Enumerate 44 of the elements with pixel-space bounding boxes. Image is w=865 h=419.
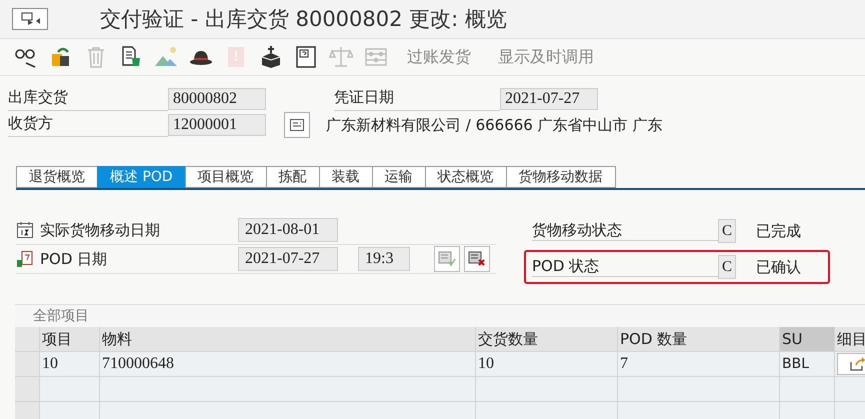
column-header[interactable]: 项目 (40, 327, 100, 351)
screen-menu-icon[interactable] (12, 8, 48, 30)
item-details-button[interactable] (837, 353, 865, 375)
time-field[interactable]: 19:3 (358, 247, 410, 271)
table-cell: 10 (40, 352, 100, 376)
status-text: 已确认 (756, 258, 801, 276)
column-header[interactable]: 细目 (835, 327, 865, 351)
column-header[interactable]: 交货数量 (476, 327, 618, 351)
table-cell: 710000648 (100, 352, 476, 376)
table-title: 全部项目 (15, 305, 865, 327)
document-date-field[interactable]: 2021-07-27 (500, 88, 598, 110)
column-header[interactable]: 物料 (100, 327, 476, 351)
delete-button[interactable] (464, 246, 490, 272)
document-check-icon (438, 251, 456, 267)
tab[interactable]: 运输 (372, 166, 425, 188)
table-cell: BBL (780, 352, 835, 376)
address-details-button[interactable] (284, 112, 310, 138)
export-arrow-icon (850, 357, 865, 371)
date-field[interactable]: 2021-07-27 (238, 247, 338, 271)
tab[interactable]: 概述 POD (97, 166, 185, 188)
tab[interactable]: 状态概览 (424, 166, 506, 188)
tab[interactable]: 项目概览 (184, 166, 266, 188)
table-cell: 10 (476, 352, 618, 376)
tab[interactable]: 退货概览 (16, 166, 97, 188)
card-icon (290, 119, 304, 131)
document-delete-icon (468, 251, 486, 267)
ship-to-field[interactable]: 12000001 (168, 114, 266, 136)
status-code-field: C (718, 255, 736, 279)
package-icon[interactable] (259, 45, 283, 69)
tab[interactable]: 装载 (318, 166, 372, 188)
status-text: 已完成 (756, 222, 801, 240)
window-title: 交付验证 - 出库交货 80000802 更改: 概览 (100, 6, 507, 33)
delivery-number-field[interactable]: 80000802 (168, 88, 266, 110)
field-label: 实际货物移动日期 (40, 220, 161, 240)
table-cell: 7 (618, 352, 780, 376)
status-code-field: C (718, 219, 736, 243)
ship-to-address: 广东新材料有限公司 / 666666 广东省中山市 广东 (326, 116, 662, 134)
document-icon (16, 250, 34, 268)
date-field[interactable]: 2021-08-01 (238, 218, 338, 242)
tab[interactable]: 拣配 (266, 166, 319, 188)
field-label: POD 日期 (40, 250, 108, 268)
tab[interactable]: 货物移动数据 (506, 166, 616, 188)
column-header[interactable]: SU (780, 327, 835, 351)
calendar-icon (16, 221, 34, 239)
